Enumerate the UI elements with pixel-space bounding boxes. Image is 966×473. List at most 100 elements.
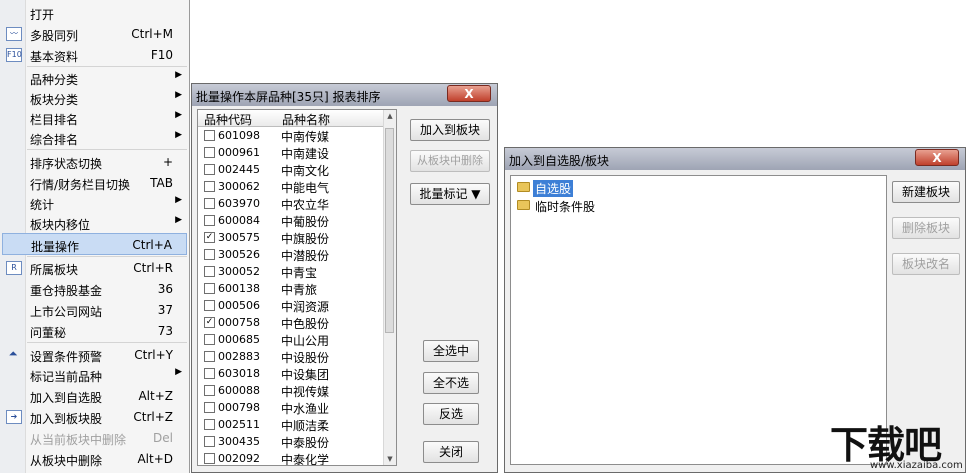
table-row[interactable]: 002445 中南文化 bbox=[198, 161, 384, 178]
invert-selection-button[interactable]: 反选 bbox=[423, 403, 479, 425]
row-checkbox[interactable] bbox=[204, 402, 215, 413]
row-checkbox[interactable] bbox=[204, 266, 215, 277]
menu-item-label: 栏目排名 bbox=[30, 113, 79, 127]
menu-item-add-to-block[interactable]: ➔ 加入到板块股 Ctrl+Z bbox=[2, 407, 187, 427]
close-button[interactable]: X bbox=[447, 85, 491, 102]
stock-code: 600088 bbox=[218, 384, 260, 397]
row-checkbox[interactable] bbox=[204, 368, 215, 379]
submenu-arrow-icon: ▶ bbox=[175, 215, 182, 225]
menu-item-shortcut: Ctrl+R bbox=[133, 261, 173, 275]
stock-code: 000685 bbox=[218, 333, 260, 346]
menu-item-set-alert[interactable]: ⏶ 设置条件预警 Ctrl+Y bbox=[2, 345, 187, 365]
table-row[interactable]: 600084 中葡股份 bbox=[198, 212, 384, 229]
menu-item-batch-operation[interactable]: 批量操作 Ctrl+A bbox=[2, 233, 187, 255]
table-row[interactable]: 600138 中青旅 bbox=[198, 280, 384, 297]
table-row[interactable]: ✓ 300575 中旗股份 bbox=[198, 229, 384, 246]
menu-item-quote-finance-toggle[interactable]: 行情/财务栏目切换 TAB bbox=[2, 173, 187, 193]
table-row[interactable]: 300435 中泰股份 bbox=[198, 433, 384, 450]
scroll-up-icon[interactable]: ▲ bbox=[384, 112, 396, 120]
menu-item-block-category[interactable]: 板块分类 ▶ bbox=[2, 88, 187, 108]
row-checkbox[interactable] bbox=[204, 147, 215, 158]
close-dialog-button[interactable]: 关闭 bbox=[423, 441, 479, 463]
list-scrollbar[interactable]: ▲ ▼ bbox=[383, 110, 396, 465]
menu-item-category[interactable]: 品种分类 ▶ bbox=[2, 68, 187, 88]
submenu-arrow-icon: ▶ bbox=[175, 367, 182, 377]
row-checkbox[interactable]: ✓ bbox=[204, 317, 215, 328]
menu-item-label: 从当前板块中删除 bbox=[30, 433, 127, 447]
menu-item-label: 板块内移位 bbox=[30, 218, 91, 232]
table-row[interactable]: 300526 中潜股份 bbox=[198, 246, 384, 263]
table-row[interactable]: 000506 中润资源 bbox=[198, 297, 384, 314]
menu-item-open[interactable]: 打开 bbox=[2, 3, 187, 23]
batch-mark-dropdown[interactable]: 批量标记 ▼ bbox=[410, 183, 490, 205]
table-row[interactable]: 002511 中顺洁柔 bbox=[198, 416, 384, 433]
close-button[interactable]: X bbox=[915, 149, 959, 166]
table-row[interactable]: 000685 中山公用 bbox=[198, 331, 384, 348]
row-checkbox[interactable] bbox=[204, 164, 215, 175]
row-checkbox[interactable] bbox=[204, 334, 215, 345]
remove-from-block-button: 从板块中删除 bbox=[410, 150, 490, 172]
row-checkbox[interactable] bbox=[204, 453, 215, 464]
scrollbar-thumb[interactable] bbox=[385, 128, 394, 333]
add-to-block-icon: ➔ bbox=[6, 410, 22, 424]
table-row[interactable]: 000798 中水渔业 bbox=[198, 399, 384, 416]
row-checkbox[interactable] bbox=[204, 215, 215, 226]
menu-item-basic-info[interactable]: F10 基本资料 F10 bbox=[2, 45, 187, 65]
menu-item-heavy-fund[interactable]: 重仓持股基金 36 bbox=[2, 279, 187, 299]
scroll-down-icon[interactable]: ▼ bbox=[384, 455, 396, 463]
table-row[interactable]: 603970 中农立华 bbox=[198, 195, 384, 212]
menu-item-label: 加入到板块股 bbox=[30, 412, 103, 426]
dialog-titlebar[interactable]: 批量操作本屏品种[35只] 报表排序 X bbox=[192, 84, 497, 106]
multi-stock-chart-icon: 〰 bbox=[6, 27, 22, 41]
row-checkbox[interactable] bbox=[204, 436, 215, 447]
add-to-block-button[interactable]: 加入到板块 bbox=[410, 119, 490, 141]
table-row[interactable]: 002883 中设股份 bbox=[198, 348, 384, 365]
menu-item-overall-rank[interactable]: 综合排名 ▶ bbox=[2, 128, 187, 148]
menu-item-shortcut: Del bbox=[153, 431, 173, 445]
menu-item-shortcut: 36 bbox=[157, 282, 173, 296]
select-all-button[interactable]: 全选中 bbox=[423, 340, 479, 362]
table-row[interactable]: 603018 中设集团 bbox=[198, 365, 384, 382]
stock-name: 中青宝 bbox=[281, 266, 318, 280]
stock-code: 600138 bbox=[218, 282, 260, 295]
row-checkbox[interactable] bbox=[204, 249, 215, 260]
stock-list[interactable]: 品种代码 品种名称 601098 中南传媒 000961 中南建设 002445 中南文化… bbox=[197, 109, 397, 466]
table-row[interactable]: 300062 中能电气 bbox=[198, 178, 384, 195]
row-checkbox[interactable] bbox=[204, 419, 215, 430]
menu-item-belonging-block[interactable]: R 所属板块 Ctrl+R bbox=[2, 258, 187, 278]
table-row[interactable]: 600088 中视传媒 bbox=[198, 382, 384, 399]
row-checkbox[interactable]: ✓ bbox=[204, 232, 215, 243]
table-row[interactable]: 000961 中南建设 bbox=[198, 144, 384, 161]
column-header-code[interactable]: 品种代码 bbox=[204, 111, 252, 128]
stock-name: 中设股份 bbox=[281, 351, 330, 365]
menu-item-sort-toggle[interactable]: 排序状态切换 + bbox=[2, 152, 187, 172]
menu-item-remove-from-block[interactable]: 从板块中删除 Alt+D bbox=[2, 449, 187, 469]
menu-item-add-to-watchlist[interactable]: 加入到自选股 Alt+Z bbox=[2, 386, 187, 406]
column-header-name[interactable]: 品种名称 bbox=[282, 111, 330, 128]
menu-item-company-website[interactable]: 上市公司网站 37 bbox=[2, 300, 187, 320]
table-row[interactable]: 300052 中青宝 bbox=[198, 263, 384, 280]
row-checkbox[interactable] bbox=[204, 130, 215, 141]
row-checkbox[interactable] bbox=[204, 198, 215, 209]
row-checkbox[interactable] bbox=[204, 300, 215, 311]
new-block-button[interactable]: 新建板块 bbox=[892, 181, 960, 203]
menu-item-column-rank[interactable]: 栏目排名 ▶ bbox=[2, 108, 187, 128]
dialog-titlebar[interactable]: 加入到自选股/板块 X bbox=[505, 148, 965, 170]
table-row[interactable]: ✓ 000758 中色股份 bbox=[198, 314, 384, 331]
menu-item-mark-current[interactable]: 标记当前品种 ▶ bbox=[2, 365, 187, 385]
table-row[interactable]: 002092 中泰化学 bbox=[198, 450, 384, 465]
table-row[interactable]: 601098 中南传媒 bbox=[198, 127, 384, 144]
row-checkbox[interactable] bbox=[204, 283, 215, 294]
row-checkbox[interactable] bbox=[204, 385, 215, 396]
menu-item-label: 统计 bbox=[30, 198, 55, 212]
menu-item-statistics[interactable]: 统计 ▶ bbox=[2, 193, 187, 213]
menu-item-move-in-block[interactable]: 板块内移位 ▶ bbox=[2, 213, 187, 233]
close-icon: X bbox=[932, 151, 942, 165]
menu-item-multi-stock[interactable]: 〰 多股同列 Ctrl+M bbox=[2, 24, 187, 44]
menu-item-ask-secretary[interactable]: 问董秘 73 bbox=[2, 321, 187, 341]
select-none-button[interactable]: 全不选 bbox=[423, 372, 479, 394]
row-checkbox[interactable] bbox=[204, 351, 215, 362]
menu-item-shortcut: + bbox=[162, 155, 173, 169]
f10-info-icon: F10 bbox=[6, 48, 22, 62]
row-checkbox[interactable] bbox=[204, 181, 215, 192]
